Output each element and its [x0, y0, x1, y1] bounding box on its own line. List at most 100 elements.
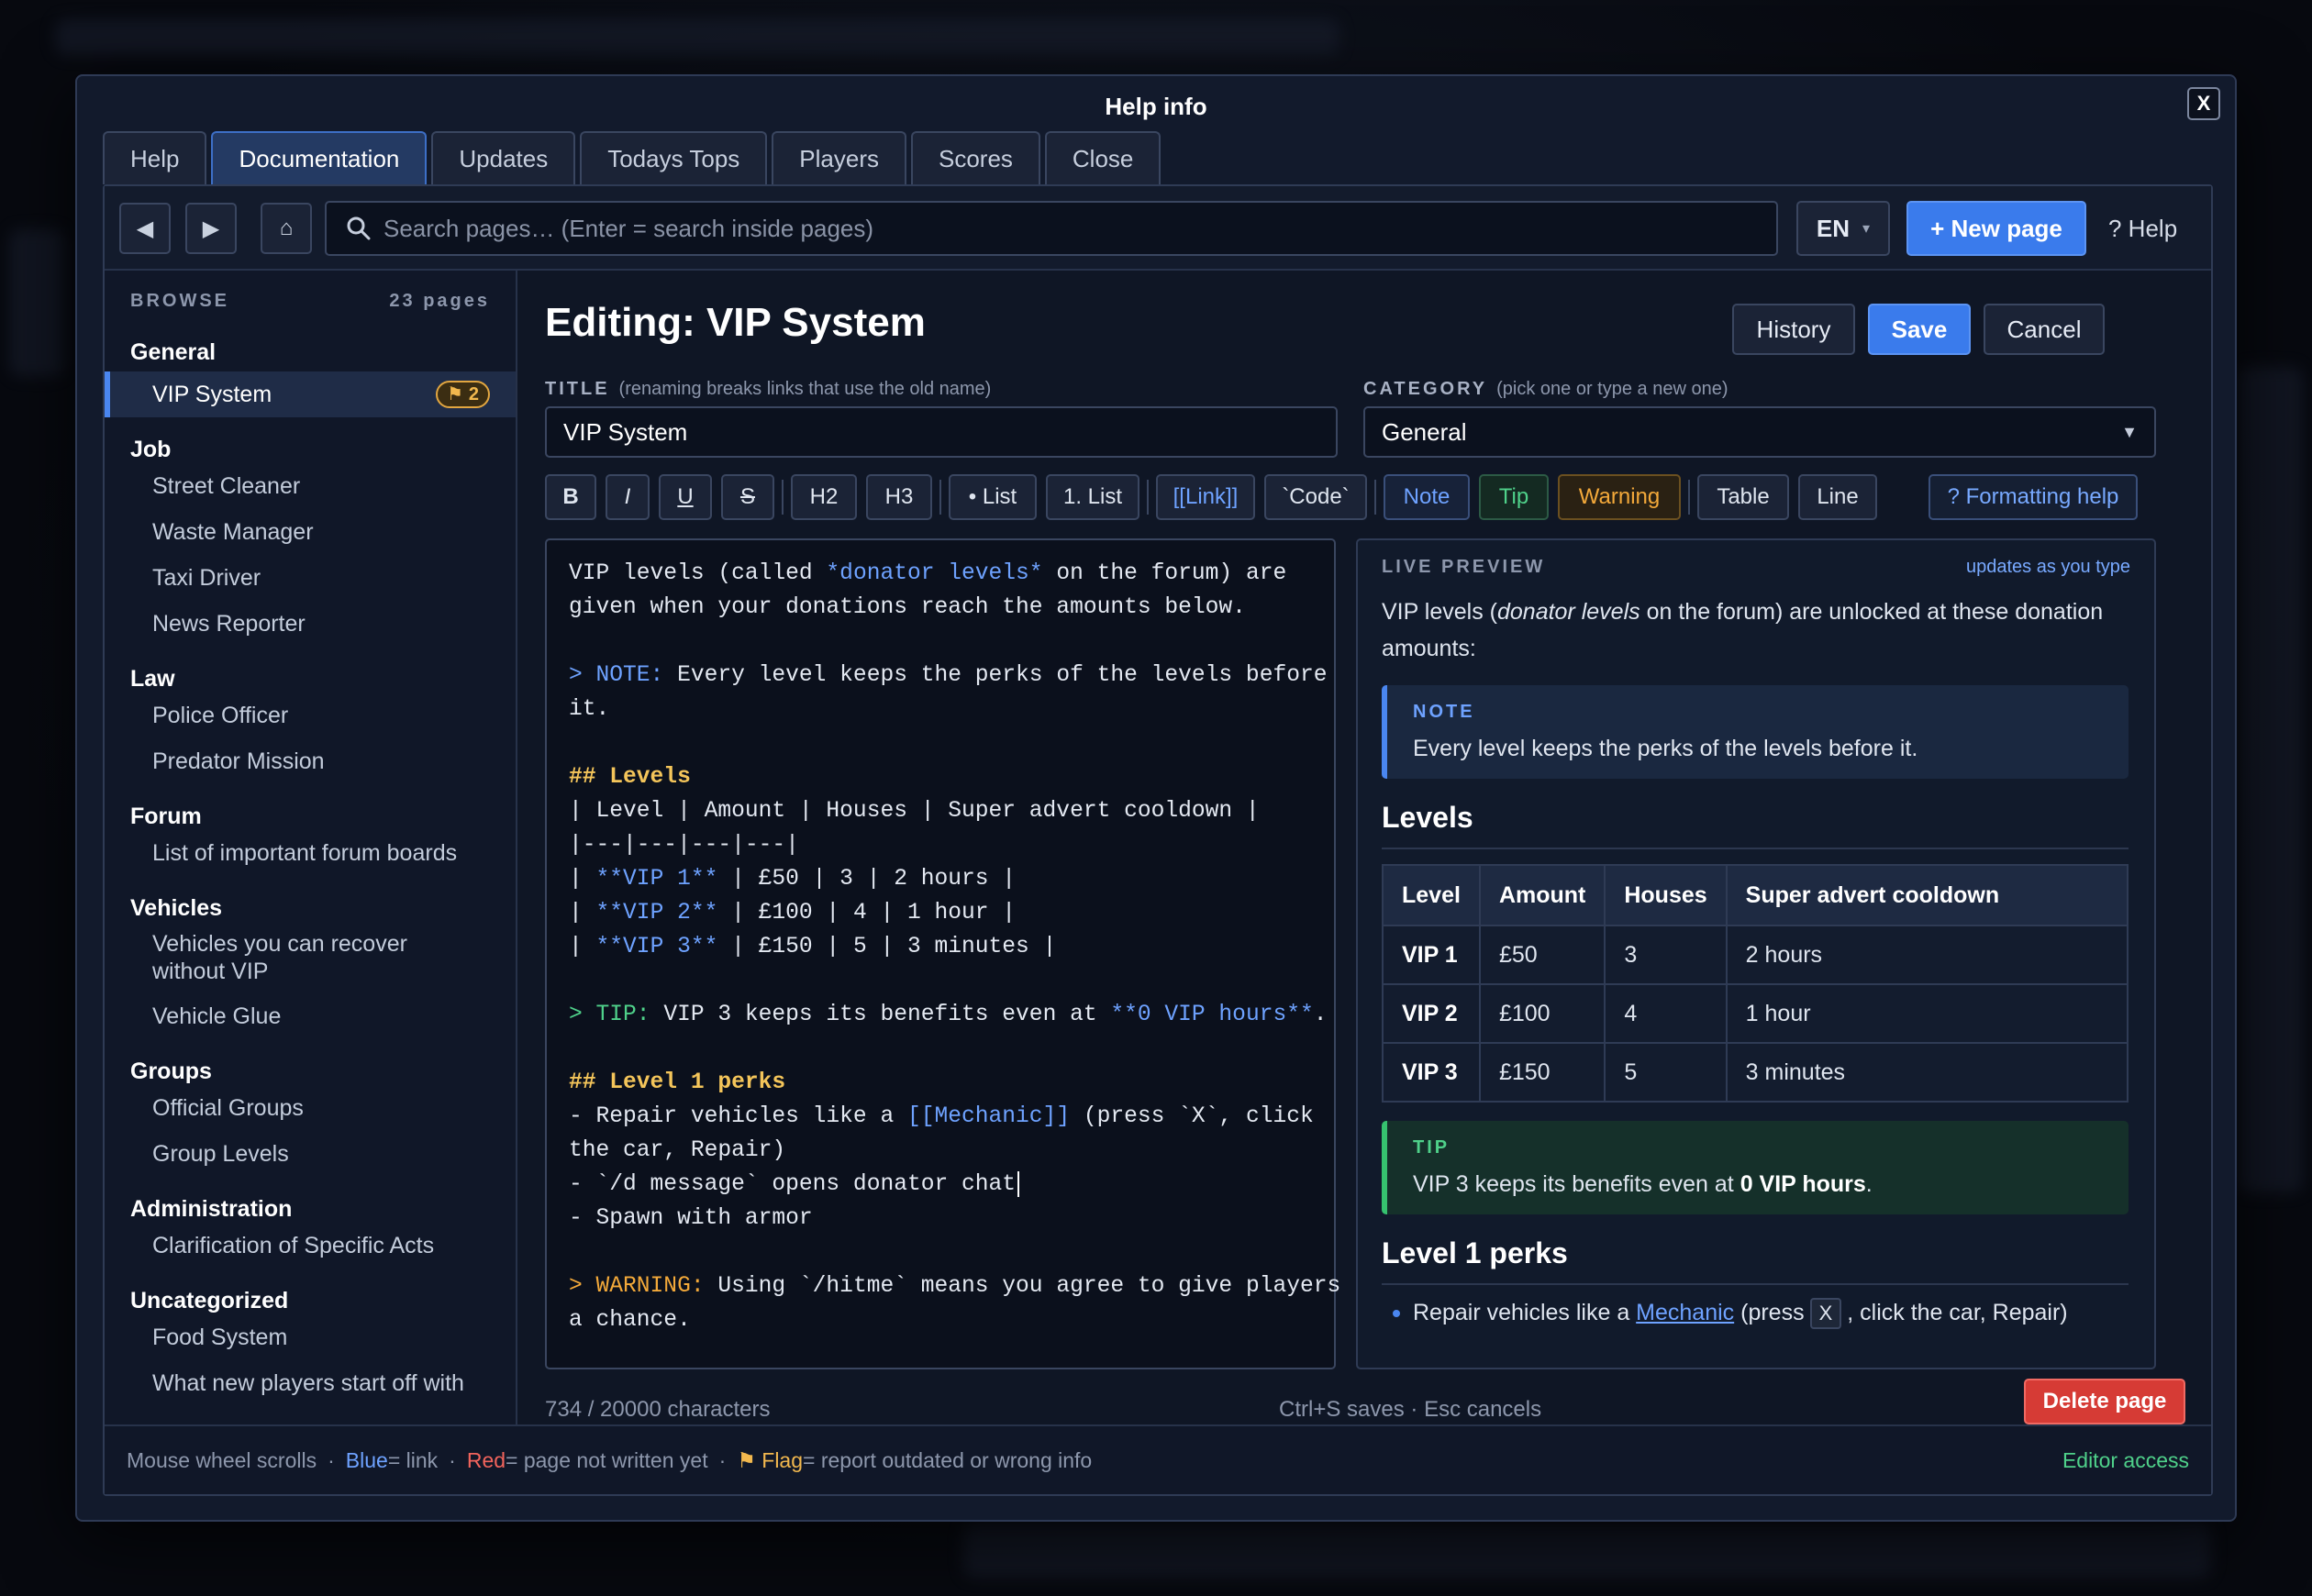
browse-label: BROWSE: [130, 291, 229, 311]
sidebar-item-forum-boards[interactable]: List of important forum boards: [105, 830, 516, 876]
flag-badge[interactable]: ⚑ 2: [435, 381, 490, 408]
sidebar-item-official-groups[interactable]: Official Groups: [105, 1085, 516, 1131]
warning-button[interactable]: Warning: [1558, 474, 1681, 520]
sidebar-item-new-players[interactable]: What new players start off with: [105, 1360, 516, 1406]
sidebar-item-street-cleaner[interactable]: Street Cleaner: [105, 463, 516, 509]
line-button[interactable]: Line: [1798, 474, 1877, 520]
legend-footer: Mouse wheel scrolls · Blue = link · Red …: [105, 1424, 2211, 1494]
back-button[interactable]: ◀: [119, 203, 171, 254]
tip-callout: TIP VIP 3 keeps its benefits even at 0 V…: [1382, 1121, 2129, 1214]
table-row: VIP 3 £150 5 3 minutes: [1382, 1042, 2129, 1103]
sidebar-item-food-system[interactable]: Food System: [105, 1314, 516, 1360]
table-button[interactable]: Table: [1697, 474, 1789, 520]
table-cell: 1 hour: [1725, 983, 2129, 1044]
italic-button[interactable]: I: [606, 474, 650, 520]
cancel-button[interactable]: Cancel: [1984, 304, 2105, 355]
note-button[interactable]: Note: [1384, 474, 1470, 520]
h2-button[interactable]: H2: [791, 474, 857, 520]
chevron-down-icon: ▼: [2121, 422, 2138, 441]
editor-access-badge: Editor access: [2062, 1447, 2189, 1472]
title-field[interactable]: VIP System: [545, 406, 1338, 458]
strike-button[interactable]: S: [721, 474, 774, 520]
tab-scores[interactable]: Scores: [910, 131, 1040, 184]
category-value: General: [1382, 417, 1467, 446]
link-button[interactable]: [[Link]]: [1156, 474, 1255, 520]
table-cell: VIP 1: [1382, 925, 1481, 985]
search-input[interactable]: Search pages… (Enter = search inside pag…: [325, 201, 1778, 256]
category-general: General: [130, 339, 217, 365]
delete-page-button[interactable]: Delete page: [2024, 1379, 2185, 1424]
list-item: Repair vehicles like a Mechanic (press X,…: [1382, 1298, 2129, 1329]
language-select[interactable]: EN ▾: [1796, 201, 1890, 256]
table-cell: £150: [1478, 1042, 1606, 1103]
tab-todays-tops[interactable]: Todays Tops: [580, 131, 768, 184]
formatting-help-button[interactable]: ? Formatting help: [1929, 474, 2138, 520]
category-select[interactable]: General ▼: [1363, 406, 2156, 458]
table-cell: 2 hours: [1725, 925, 2129, 985]
markdown-editor[interactable]: VIP levels (called *donator levels* on t…: [545, 538, 1340, 1369]
sidebar-item-group-levels[interactable]: Group Levels: [105, 1131, 516, 1177]
bullet-list-button[interactable]: • List: [949, 474, 1037, 520]
title-field-label: TITLE (renaming breaks links that use the…: [545, 379, 992, 399]
save-button[interactable]: Save: [1868, 304, 1971, 355]
tip-button[interactable]: Tip: [1479, 474, 1549, 520]
preview-body: VIP levels (donator levels on the forum)…: [1382, 593, 2129, 1329]
table-cell: VIP 2: [1382, 983, 1481, 1044]
mechanic-link[interactable]: Mechanic: [1636, 1300, 1734, 1325]
text-cursor: [1017, 1170, 1020, 1197]
category-administration: Administration: [130, 1196, 293, 1222]
sidebar-item-news-reporter[interactable]: News Reporter: [105, 601, 516, 647]
category-groups: Groups: [130, 1058, 212, 1084]
table-cell: VIP 3: [1382, 1042, 1481, 1103]
forward-button[interactable]: ▶: [185, 203, 237, 254]
table-header: Super advert cooldown: [1725, 864, 2129, 926]
bold-button[interactable]: B: [545, 474, 596, 520]
tab-close[interactable]: Close: [1044, 131, 1162, 184]
table-header: Houses: [1604, 864, 1728, 926]
sidebar-item-police-officer[interactable]: Police Officer: [105, 693, 516, 738]
code-button[interactable]: `Code`: [1264, 474, 1367, 520]
flag-legend: ⚑ Flag: [737, 1447, 804, 1472]
bullet-icon: [1393, 1310, 1400, 1317]
page-tree: General VIP System ⚑ 2 Job Street Cleaner…: [105, 333, 516, 1406]
sidebar-item-taxi-driver[interactable]: Taxi Driver: [105, 555, 516, 601]
table-cell: £50: [1478, 925, 1606, 985]
language-value: EN: [1816, 214, 1851, 242]
browse-sidebar: BROWSE 23 pages General VIP System ⚑ 2 Jo…: [105, 271, 517, 1424]
category-job: Job: [130, 437, 172, 462]
sidebar-item-predator-mission[interactable]: Predator Mission: [105, 738, 516, 784]
sidebar-item-clarification[interactable]: Clarification of Specific Acts: [105, 1223, 516, 1269]
h3-button[interactable]: H3: [866, 474, 932, 520]
history-button[interactable]: History: [1732, 304, 1855, 355]
home-button[interactable]: ⌂: [261, 203, 312, 254]
numbered-list-button[interactable]: 1. List: [1046, 474, 1139, 520]
close-window-button[interactable]: X: [2187, 87, 2220, 120]
tab-help[interactable]: Help: [103, 131, 207, 184]
live-preview[interactable]: LIVE PREVIEW updates as you type VIP lev…: [1356, 538, 2156, 1369]
tab-players[interactable]: Players: [772, 131, 906, 184]
format-toolbar: B I U S H2 H3 • List 1. List [[Link]] `C…: [545, 474, 2185, 522]
tab-documentation[interactable]: Documentation: [211, 131, 428, 184]
underline-button[interactable]: U: [659, 474, 712, 520]
chevron-down-icon: ▾: [1862, 221, 1871, 237]
home-icon: ⌂: [279, 216, 294, 240]
new-page-button[interactable]: + New page: [1906, 201, 2086, 256]
sidebar-item-vip-system[interactable]: VIP System ⚑ 2: [105, 371, 516, 417]
window-title: Help info: [1105, 93, 1207, 120]
toolbar-divider: [1374, 480, 1376, 515]
sidebar-item-waste-manager[interactable]: Waste Manager: [105, 509, 516, 555]
sidebar-item-recoverable-vehicles[interactable]: Vehicles you can recover without VIP: [105, 922, 516, 993]
sidebar-item-label: VIP System: [152, 382, 272, 407]
table-header-row: Level Amount Houses Super advert cooldow…: [1382, 864, 2129, 926]
sidebar-item-vehicle-glue[interactable]: Vehicle Glue: [105, 993, 516, 1039]
flag-count: 2: [468, 384, 479, 405]
help-link[interactable]: ? Help: [2108, 201, 2177, 256]
toolbar-divider: [1147, 480, 1149, 515]
table-cell: 3 minutes: [1725, 1042, 2129, 1103]
help-info-window: Help info X Help Documentation Updates T…: [75, 74, 2237, 1522]
levels-table: Level Amount Houses Super advert cooldow…: [1382, 864, 2129, 1103]
level-1-perks-heading: Level 1 perks: [1382, 1236, 2129, 1285]
category-law: Law: [130, 666, 175, 692]
character-count: 734 / 20000 characters: [545, 1397, 771, 1422]
tab-updates[interactable]: Updates: [431, 131, 576, 184]
